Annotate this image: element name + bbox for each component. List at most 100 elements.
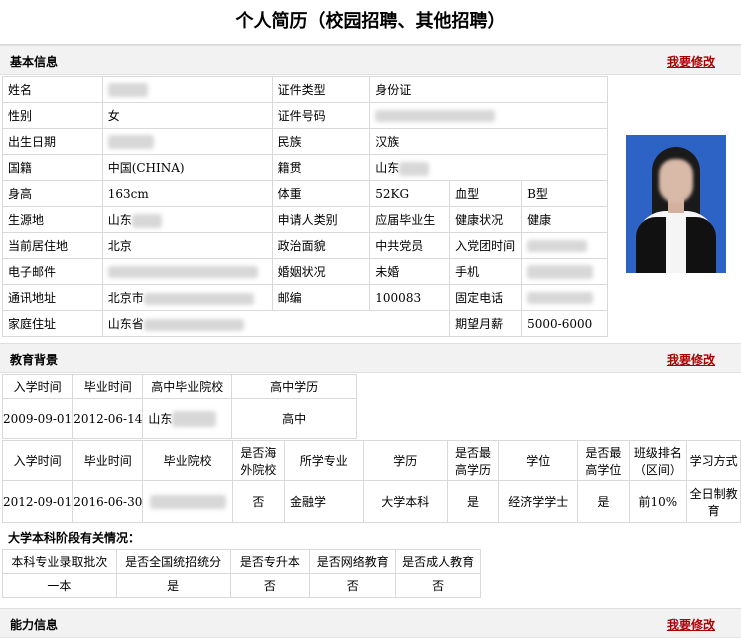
header: 高中学历 bbox=[231, 374, 357, 399]
label: 入党团时间 bbox=[449, 232, 523, 259]
residence-value: 北京 bbox=[101, 232, 273, 259]
header: 是否专升本 bbox=[229, 549, 311, 574]
col-highest: 是 bbox=[446, 480, 500, 523]
label: 证件号码 bbox=[271, 102, 371, 129]
basic-info-table: 姓名 证件类型 身份证 性别 女 证件号码 出生日期 民族 汉族 国籍 中国(C… bbox=[2, 76, 608, 337]
label: 邮编 bbox=[271, 284, 371, 311]
postcode-value: 100083 bbox=[369, 284, 451, 311]
col-degree: 经济学学士 bbox=[498, 480, 579, 523]
label: 生源地 bbox=[2, 206, 103, 233]
header: 毕业时间 bbox=[72, 440, 144, 481]
address-value: 北京市 bbox=[101, 284, 273, 311]
header-line: 是否海 bbox=[240, 445, 277, 460]
edit-education-link[interactable]: 我要修改 bbox=[667, 351, 715, 368]
id-number-value bbox=[369, 102, 608, 129]
section-basic-info: 基本信息 我要修改 bbox=[0, 45, 741, 75]
label: 身高 bbox=[2, 180, 103, 207]
origin-value: 山东 bbox=[101, 206, 273, 233]
home-text: 山东省 bbox=[107, 317, 144, 331]
header: 学习方式 bbox=[686, 440, 741, 481]
header: 是否网络教育 bbox=[309, 549, 397, 574]
label: 性别 bbox=[2, 102, 103, 129]
origin-text: 山东 bbox=[107, 213, 132, 227]
col-rank: 前10% bbox=[628, 480, 688, 523]
header: 是否全国统招统分 bbox=[115, 549, 231, 574]
col-major: 金融学 bbox=[284, 480, 364, 523]
highschool-table: 入学时间 毕业时间 高中毕业院校 高中学历 2009-09-01 2012-06… bbox=[1, 374, 357, 439]
label: 通讯地址 bbox=[2, 284, 103, 311]
col-edu: 大学本科 bbox=[362, 480, 448, 523]
undergrad-table: 本科专业录取批次 是否全国统招统分 是否专升本 是否网络教育 是否成人教育 一本… bbox=[2, 549, 481, 598]
label: 当前居住地 bbox=[2, 232, 103, 259]
height-value: 163cm bbox=[101, 180, 273, 207]
undergrad-title: 大学本科阶段有关情况： bbox=[8, 531, 141, 545]
header-line: 是否最 bbox=[455, 445, 492, 460]
label: 政治面貌 bbox=[271, 232, 371, 259]
header: 入学时间 bbox=[1, 440, 74, 481]
home-value: 山东省 bbox=[101, 310, 451, 337]
col-end: 2016-06-30 bbox=[72, 480, 144, 523]
hs-school-text: 山东 bbox=[148, 411, 173, 426]
header: 入学时间 bbox=[1, 374, 74, 399]
mobile-value bbox=[521, 258, 608, 285]
label: 国籍 bbox=[2, 154, 103, 181]
header: 所学专业 bbox=[284, 440, 364, 481]
label: 血型 bbox=[449, 180, 523, 207]
header: 是否最 高学历 bbox=[446, 440, 500, 481]
col-highdeg: 是 bbox=[577, 480, 630, 523]
profile-photo-icon bbox=[626, 135, 726, 273]
label: 体重 bbox=[271, 180, 371, 207]
phone-value bbox=[521, 284, 608, 311]
header-line: 外院校 bbox=[240, 462, 277, 477]
header: 高中毕业院校 bbox=[142, 374, 233, 399]
hs-school: 山东 bbox=[142, 398, 233, 439]
undergrad-value: 否 bbox=[229, 573, 311, 598]
label: 证件类型 bbox=[271, 76, 371, 103]
header: 毕业时间 bbox=[72, 374, 144, 399]
native-value: 山东 bbox=[369, 154, 608, 181]
col-school bbox=[142, 480, 233, 523]
undergrad-value: 否 bbox=[309, 573, 397, 598]
label: 手机 bbox=[449, 258, 523, 285]
applicant-value: 应届毕业生 bbox=[369, 206, 451, 233]
header: 毕业院校 bbox=[142, 440, 233, 481]
section-education: 教育背景 我要修改 bbox=[0, 343, 741, 373]
label: 家庭住址 bbox=[2, 310, 103, 337]
label: 民族 bbox=[271, 128, 371, 155]
hs-end: 2012-06-14 bbox=[72, 398, 144, 439]
ethnic-value: 汉族 bbox=[369, 128, 608, 155]
col-mode: 全日制教育 bbox=[686, 480, 741, 523]
label: 固定电话 bbox=[449, 284, 523, 311]
header: 班级排名 （区间） bbox=[628, 440, 688, 481]
gender-value: 女 bbox=[101, 102, 273, 129]
undergrad-value: 否 bbox=[395, 573, 481, 598]
weight-value: 52KG bbox=[369, 180, 451, 207]
header-line: 高学位 bbox=[585, 462, 622, 477]
header-line: （区间） bbox=[633, 462, 682, 477]
label: 申请人类别 bbox=[271, 206, 371, 233]
photo-cell bbox=[608, 77, 741, 337]
address-text: 北京市 bbox=[107, 291, 144, 305]
hs-start: 2009-09-01 bbox=[1, 398, 74, 439]
edit-basic-info-link[interactable]: 我要修改 bbox=[667, 53, 715, 70]
section-ability: 能力信息 我要修改 bbox=[0, 608, 741, 638]
native-text: 山东 bbox=[375, 161, 400, 175]
undergrad-value: 是 bbox=[115, 573, 231, 598]
mode-line: 育 bbox=[707, 503, 720, 518]
page-title: 个人简历（校园招聘、其他招聘） bbox=[0, 0, 741, 45]
edit-ability-link[interactable]: 我要修改 bbox=[667, 616, 715, 633]
header: 本科专业录取批次 bbox=[2, 549, 117, 574]
col-overseas: 否 bbox=[231, 480, 286, 523]
section-title: 基本信息 bbox=[10, 55, 59, 69]
political-value: 中共党员 bbox=[369, 232, 451, 259]
mode-line: 全日制教 bbox=[689, 486, 738, 501]
label: 出生日期 bbox=[2, 128, 103, 155]
label: 期望月薪 bbox=[449, 310, 523, 337]
name-value bbox=[101, 76, 273, 103]
blood-value: B型 bbox=[521, 180, 608, 207]
health-value: 健康 bbox=[521, 206, 608, 233]
label: 姓名 bbox=[2, 76, 103, 103]
label: 婚姻状况 bbox=[271, 258, 371, 285]
header-line: 高学历 bbox=[455, 462, 492, 477]
header: 是否最 高学位 bbox=[577, 440, 630, 481]
